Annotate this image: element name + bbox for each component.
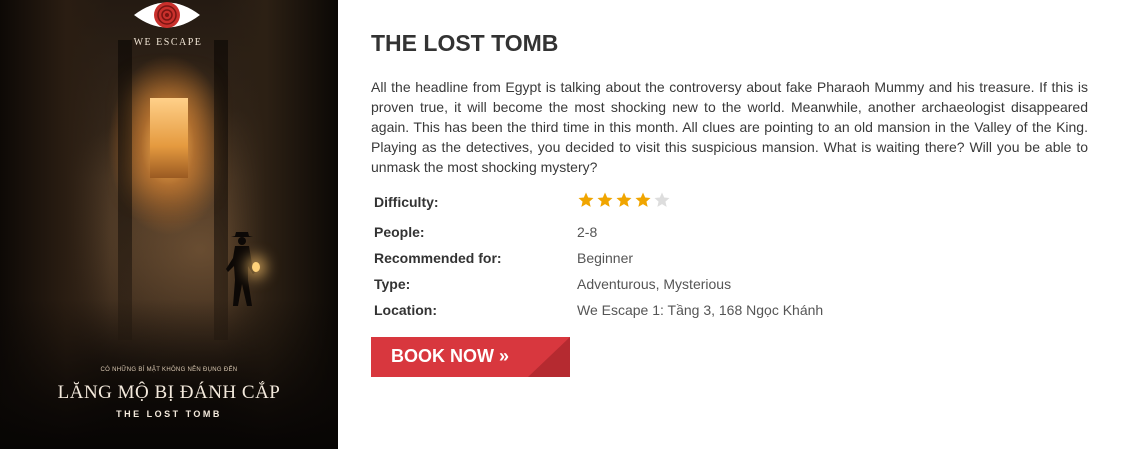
type-label: Type: — [374, 276, 411, 292]
star-filled-icon — [635, 192, 651, 207]
button-corner-accent — [528, 337, 570, 377]
eye-logo-icon — [134, 2, 200, 28]
poster-floor-shadow — [0, 299, 338, 449]
star-filled-icon — [578, 192, 594, 207]
star-filled-icon — [616, 192, 632, 207]
poster-lantern — [252, 262, 260, 272]
poster-pillar — [118, 40, 132, 340]
room-description: All the headline from Egypt is talking a… — [371, 79, 1088, 175]
poster-tagline: CÓ NHỮNG BÍ MẬT KHÔNG NÊN ĐỤNG ĐẾN — [100, 367, 238, 373]
poster-brand: WE ESCAPE — [133, 37, 203, 48]
room-poster: WE ESCAPE CÓ NHỮNG BÍ MẬT KHÔNG NÊN ĐỤNG… — [0, 0, 338, 449]
type-value: Adventurous, Mysterious — [577, 276, 732, 292]
poster-glowing-door — [150, 98, 188, 178]
location-value: We Escape 1: Tầng 3, 168 Ngọc Khánh — [577, 302, 824, 318]
book-now-label: BOOK NOW » — [391, 346, 510, 366]
poster-title-vietnamese: LĂNG MỘ BỊ ĐÁNH CẮP — [57, 382, 281, 403]
people-label: People: — [374, 224, 425, 240]
recommended-label: Recommended for: — [374, 250, 502, 266]
room-title: THE LOST TOMB — [371, 30, 559, 56]
recommended-value: Beginner — [577, 250, 634, 266]
book-now-button[interactable]: BOOK NOW » — [371, 337, 570, 377]
star-filled-icon — [597, 192, 613, 207]
location-label: Location: — [374, 302, 437, 318]
poster-credits — [0, 442, 338, 449]
difficulty-stars — [577, 191, 671, 209]
people-value: 2-8 — [577, 224, 598, 240]
difficulty-label: Difficulty: — [374, 194, 439, 210]
star-empty-icon — [654, 192, 670, 207]
poster-title-english: THE LOST TOMB — [116, 409, 222, 419]
we-escape-logo: WE ESCAPE — [130, 0, 206, 52]
